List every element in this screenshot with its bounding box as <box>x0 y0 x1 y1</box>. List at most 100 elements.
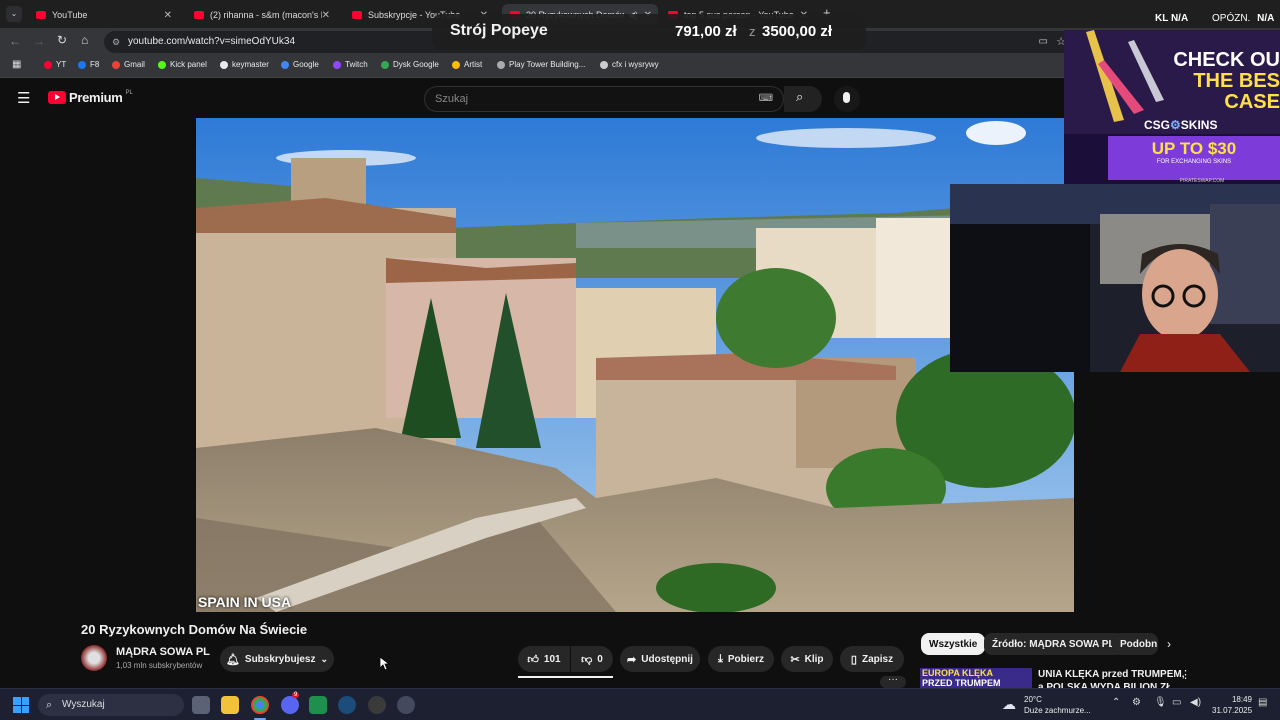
bookmark-label: Play Tower Building... <box>509 60 586 69</box>
download-label: Pobierz <box>727 653 764 665</box>
search-button[interactable]: ⌕ <box>784 86 822 112</box>
clip-button[interactable]: ✂ Klip <box>781 646 833 672</box>
bookmark-dysk-google[interactable]: Dysk Google <box>381 60 439 69</box>
bookmark-play-tower[interactable]: Play Tower Building... <box>497 60 585 69</box>
tray-app-icon[interactable]: ⚙ <box>1132 697 1141 708</box>
hamburger-menu-icon[interactable]: ☰ <box>17 89 30 107</box>
youtube-favicon-icon <box>352 11 362 19</box>
sponsor-ad-overlay: CHECK OU THE BES CASE CSG⚙SKINS UP TO $3… <box>1064 30 1280 184</box>
goal-current-amount: 791,00 zł <box>675 23 737 40</box>
bookmark-kick-panel[interactable]: Kick panel <box>158 60 207 69</box>
bookmark-google[interactable]: Google <box>281 60 319 69</box>
bookmark-f8[interactable]: F8 <box>78 60 99 69</box>
excel-icon[interactable] <box>309 696 327 714</box>
subscribed-button[interactable]: 🔔︎ Subskrybujesz ⌄ <box>220 646 334 672</box>
search-icon: ⌕ <box>46 699 53 711</box>
recommendation-thumbnail[interactable]: EUROPA KLĘKA PRZED TRUMPEM <box>920 668 1032 688</box>
cast-icon[interactable]: ▭ <box>1039 31 1048 53</box>
tab-label: YouTube <box>52 10 88 20</box>
volume-icon[interactable]: ◀) <box>1190 697 1201 708</box>
ad-headline-line: THE BES <box>1193 70 1280 92</box>
stream-goal-overlay: Strój Popeye 791,00 zł z 3500,00 zł <box>432 14 866 50</box>
save-button[interactable]: ▯ Zapisz <box>840 646 904 672</box>
discord-icon[interactable] <box>281 696 299 714</box>
chip-source[interactable]: Źródło: MĄDRA SOWA PL <box>984 633 1123 655</box>
bookmark-artist[interactable]: Artist <box>452 60 482 69</box>
task-view-icon[interactable] <box>192 696 210 714</box>
bookmark-cfx[interactable]: cfx i wysrywy <box>600 60 659 69</box>
chrome-icon[interactable] <box>251 696 269 714</box>
tab-close-icon[interactable]: ✕ <box>322 10 330 21</box>
recommendation-title[interactable]: UNIA KLĘKA przed TRUMPEM, a POLSKA WYDA … <box>1038 668 1184 688</box>
home-icon[interactable]: ⌂ <box>81 33 88 47</box>
system-clock[interactable]: 18:49 31.07.2025 <box>1212 694 1252 716</box>
goal-item-label: Strój Popeye <box>450 22 548 39</box>
dislike-button[interactable]: 👎︎ 0 <box>571 646 613 672</box>
taskbar-search-placeholder: Wyszukaj <box>62 699 105 710</box>
back-icon[interactable]: ← <box>9 34 21 48</box>
recommendation-menu-icon[interactable]: ⋮ <box>1180 668 1191 681</box>
bookmark-keymaster[interactable]: keymaster <box>220 60 269 69</box>
download-button[interactable]: ⤓ Pobierz <box>708 646 774 672</box>
youtube-play-icon <box>48 91 66 104</box>
chip-similar[interactable]: Podobn <box>1112 633 1158 655</box>
bell-icon: 🔔︎ <box>225 653 240 666</box>
file-explorer-icon[interactable] <box>221 696 239 714</box>
reload-icon[interactable]: ↻ <box>57 33 67 47</box>
goal-separator: z <box>749 24 756 39</box>
windows-start-icon[interactable] <box>13 697 29 713</box>
search-input[interactable]: Szukaj ⌨ <box>424 86 784 112</box>
like-button[interactable]: 👍︎ 101 <box>518 646 570 672</box>
share-label: Udostępnij <box>641 653 693 665</box>
bookmark-label: Google <box>293 60 319 69</box>
channel-avatar[interactable] <box>81 645 107 671</box>
video-player[interactable]: SPAIN IN USA <box>196 118 1074 612</box>
taskbar-search-box[interactable]: ⌕ Wyszukaj <box>38 694 184 716</box>
steam-icon[interactable] <box>338 696 356 714</box>
logo-text: Premium <box>69 90 123 105</box>
notification-bell-icon[interactable]: ▤ <box>1258 697 1267 708</box>
tab-rihanna[interactable]: (2) rihanna - s&m (macon's HY ✕ <box>186 4 336 26</box>
ad-brand-name: CSG <box>1144 118 1171 132</box>
bookmark-twitch[interactable]: Twitch <box>333 60 368 69</box>
bookmark-gmail[interactable]: Gmail <box>112 60 145 69</box>
channel-name[interactable]: MĄDRA SOWA PL <box>116 646 210 658</box>
obs-icon[interactable] <box>368 696 386 714</box>
youtube-premium-logo[interactable]: Premium PL <box>48 90 133 105</box>
ad-headline-line: CASE <box>1224 91 1280 113</box>
voice-search-button[interactable] <box>834 86 860 112</box>
tab-search-icon[interactable]: ⌄ <box>6 6 22 22</box>
app-icon[interactable] <box>397 696 415 714</box>
chevron-right-icon[interactable]: › <box>1167 637 1171 651</box>
ad-promo-subtext: FOR EXCHANGING SKINS <box>1156 159 1232 165</box>
tab-close-icon[interactable]: ✕ <box>164 10 172 21</box>
apps-grid-icon[interactable]: ▦ <box>12 59 21 70</box>
forward-icon[interactable]: → <box>33 34 45 48</box>
bookmark-yt[interactable]: YT <box>44 60 66 69</box>
tab-youtube[interactable]: YouTube ✕ <box>28 4 178 26</box>
goal-target-amount: 3500,00 zł <box>762 23 833 40</box>
keyboard-icon[interactable]: ⌨ <box>759 87 773 111</box>
mouse-cursor-icon <box>380 657 390 671</box>
bookmark-label: Kick panel <box>170 60 207 69</box>
video-caption: SPAIN IN USA <box>198 594 292 610</box>
more-actions-button[interactable]: ··· <box>880 675 906 688</box>
bookmark-label: keymaster <box>232 60 269 69</box>
clock-date: 31.07.2025 <box>1212 706 1253 715</box>
chip-all[interactable]: Wszystkie <box>921 633 986 655</box>
site-info-icon[interactable]: ⚙ <box>112 31 120 53</box>
windows-taskbar: ⌕ Wyszukaj 9 ⌃ ☁ 20°C Duże zachmurze... … <box>0 688 1280 720</box>
stat-label: OPÓZN. <box>1212 13 1251 24</box>
share-button[interactable]: ➦ Udostępnij <box>620 646 700 672</box>
like-count: 101 <box>543 653 561 665</box>
microphone-tray-icon[interactable]: 🎙︎ <box>1154 697 1167 708</box>
search-placeholder: Szukaj <box>435 93 469 105</box>
download-arrow-icon: ⤓ <box>718 652 723 665</box>
tray-chevron-up-icon[interactable]: ⌃ <box>1112 697 1120 708</box>
bookmark-favicon-icon <box>220 60 228 69</box>
bookmark-favicon-icon <box>44 60 52 69</box>
network-icon[interactable]: ▭ <box>1172 697 1181 708</box>
webcam-feed-image <box>950 184 1280 372</box>
thumbnail-text: PRZED TRUMPEM <box>922 678 1001 688</box>
weather-widget[interactable]: 20°C Duże zachmurze... <box>1024 694 1091 716</box>
